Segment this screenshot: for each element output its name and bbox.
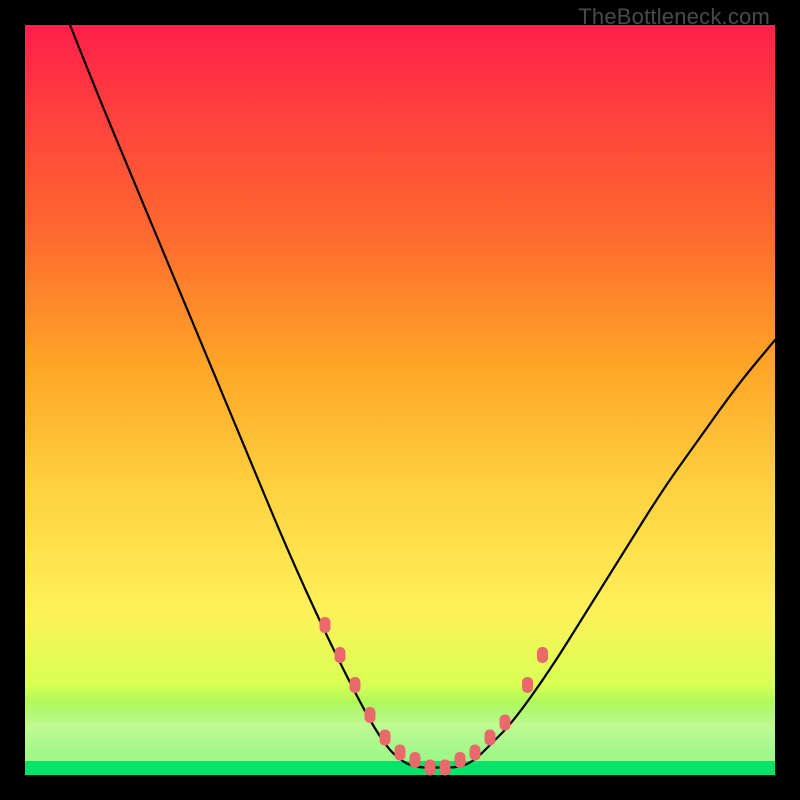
marker-dot — [320, 620, 331, 631]
marker-dot — [350, 680, 361, 691]
marker-dot — [485, 732, 496, 743]
marker-dot — [440, 762, 451, 773]
marker-dot — [410, 755, 421, 766]
marker-dot — [470, 747, 481, 758]
marker-dot — [522, 680, 533, 691]
marker-dot — [395, 747, 406, 758]
marker-dot — [380, 732, 391, 743]
marker-dot — [537, 650, 548, 661]
marker-dot — [425, 762, 436, 773]
marker-group — [320, 617, 549, 776]
marker-dot — [500, 717, 511, 728]
chart-svg — [25, 25, 775, 775]
marker-dot — [335, 650, 346, 661]
bottleneck-curve — [70, 25, 775, 768]
marker-dot — [455, 755, 466, 766]
chart-frame — [25, 25, 775, 775]
watermark-text: TheBottleneck.com — [578, 4, 770, 30]
marker-dot — [365, 710, 376, 721]
